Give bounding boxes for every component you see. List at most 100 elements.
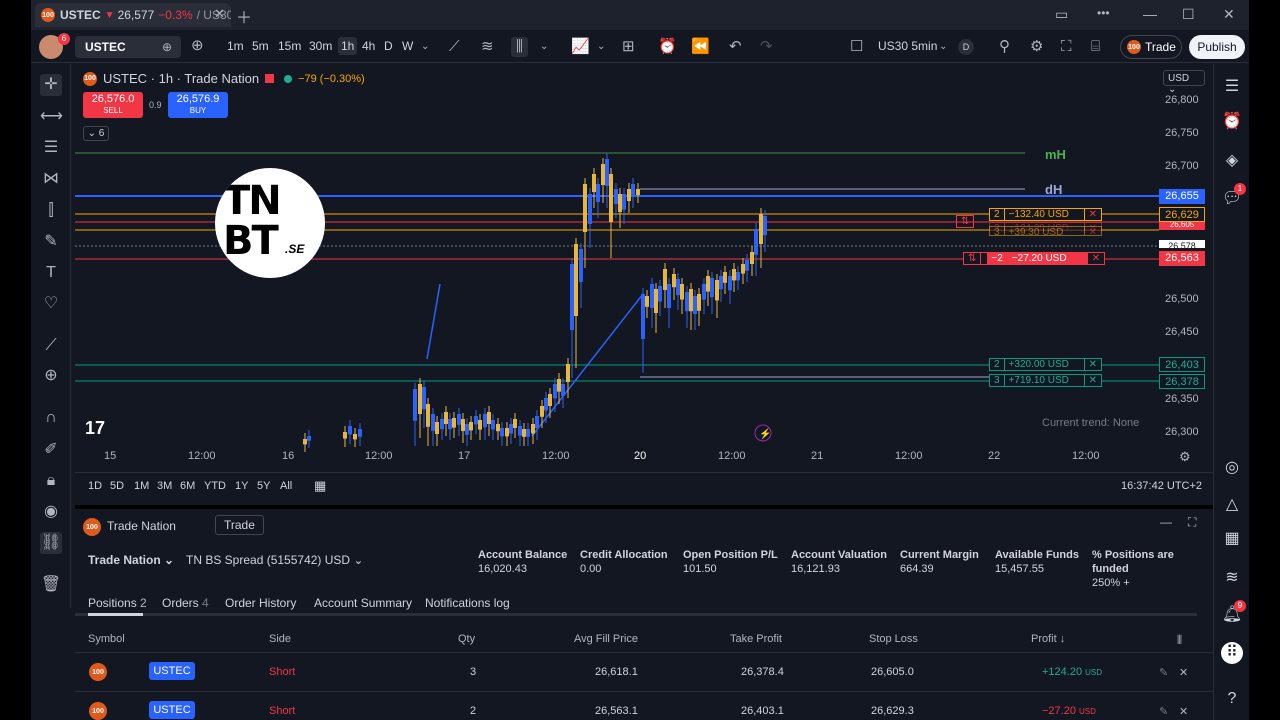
close-icon[interactable]: ✕ xyxy=(1085,227,1101,235)
pattern-icon[interactable]: ⋈ xyxy=(40,168,62,190)
interval-5m[interactable]: 5m xyxy=(252,39,269,53)
fib-icon[interactable]: ☰ xyxy=(40,137,62,159)
undo-icon[interactable]: ↶ xyxy=(729,39,742,55)
tab-notifications-log[interactable]: Notifications log xyxy=(425,596,510,610)
order-line-hidden-2[interactable]: 3 +39.30 USD ✕ xyxy=(989,226,1102,236)
currency-selector[interactable]: USD ⌄ xyxy=(1163,70,1205,95)
tp-cell[interactable]: 26,403.1 xyxy=(741,705,784,717)
buy-button[interactable]: 26,576.9 BUY xyxy=(168,92,228,118)
layout-icon[interactable]: ▭ xyxy=(1055,6,1068,23)
redo-icon[interactable]: ↷ xyxy=(760,39,773,55)
order-line-tp1[interactable]: 3 +719.10 USD ✕ xyxy=(989,374,1102,387)
brush-icon[interactable]: ✎ xyxy=(40,231,62,253)
order-line-tp2[interactable]: 2 +320.00 USD ✕ xyxy=(989,358,1102,371)
crosshair-icon[interactable]: ✛ xyxy=(40,74,62,96)
clock[interactable]: 16:37:42 UTC+2 xyxy=(1121,480,1202,492)
edit-icon[interactable]: ✎ xyxy=(1159,705,1168,718)
interval-15m[interactable]: 15m xyxy=(278,39,301,53)
close-icon[interactable]: ✕ xyxy=(1088,253,1104,264)
replay-icon[interactable]: ⏪ xyxy=(691,39,710,55)
minimize-panel-icon[interactable]: — xyxy=(1160,515,1172,529)
tab-order-history[interactable]: Order History xyxy=(225,596,296,610)
col-stop-loss[interactable]: Stop Loss xyxy=(869,633,918,645)
minimize-icon[interactable]: — xyxy=(1143,6,1157,22)
heart-icon[interactable]: ♡ xyxy=(40,293,62,315)
col-qty[interactable]: Qty xyxy=(458,633,475,645)
edit-icon[interactable]: ✎ xyxy=(1159,666,1168,679)
range-5d[interactable]: 5D xyxy=(110,480,124,492)
alert-icon[interactable]: ⏰ xyxy=(658,39,677,55)
publish-button[interactable]: Publish xyxy=(1189,35,1245,59)
ticker-badge[interactable]: D xyxy=(958,39,974,55)
col-profit[interactable]: Profit ↓ xyxy=(1031,633,1065,645)
broker-trade-button[interactable]: Trade xyxy=(215,515,264,535)
table-row[interactable]: 100 USTEC Short 3 26,618.1 26,378.4 26,6… xyxy=(75,652,1213,690)
close-position-icon[interactable]: ✕ xyxy=(1179,705,1188,718)
col-side[interactable]: Side xyxy=(269,633,291,645)
tp-cell[interactable]: 26,378.4 xyxy=(741,666,784,678)
order-line-pos2[interactable]: ⇅ −2 −27.20 USD ✕ xyxy=(963,252,1106,265)
zoom-icon[interactable]: ⊕ xyxy=(40,365,62,387)
range-all[interactable]: All xyxy=(280,480,292,492)
tradingview-logo[interactable]: 17 xyxy=(85,418,105,439)
chevron-down-icon[interactable]: ⌄ xyxy=(540,39,548,55)
link-icon[interactable]: ⛓ xyxy=(40,532,62,554)
trend-line-icon[interactable]: ⟷ xyxy=(40,106,63,128)
gear-icon[interactable]: ⚙ xyxy=(1030,39,1043,55)
range-5y[interactable]: 5Y xyxy=(257,480,270,492)
tab-positions[interactable]: Positions 2 xyxy=(88,596,147,610)
close-window-icon[interactable]: ✕ xyxy=(1223,6,1235,23)
feed-icon[interactable]: ≋ xyxy=(1221,567,1243,589)
range-6m[interactable]: 6M xyxy=(180,480,195,492)
range-1y[interactable]: 1Y xyxy=(235,480,248,492)
interval-30m[interactable]: 30m xyxy=(309,39,332,53)
flag-icon[interactable] xyxy=(265,74,275,83)
text-icon[interactable]: T xyxy=(40,262,62,284)
indicators-icon[interactable]: ≋ xyxy=(481,39,494,55)
account-broker-dropdown[interactable]: Trade Nation ⌄ xyxy=(88,553,174,567)
col-take-profit[interactable]: Take Profit xyxy=(730,633,782,645)
close-icon[interactable]: ✕ xyxy=(1085,209,1101,220)
candles-icon[interactable]: ⫼ xyxy=(511,37,528,57)
layers-icon[interactable]: ◈ xyxy=(1221,150,1243,172)
order-line-sl1[interactable]: 2 −132.40 USD ✕ xyxy=(989,208,1102,221)
col-symbol[interactable]: Symbol xyxy=(88,633,125,645)
range-1d[interactable]: 1D xyxy=(88,480,102,492)
trade-button[interactable]: 100 Trade xyxy=(1120,35,1182,59)
interval-d[interactable]: D xyxy=(384,39,393,53)
table-row[interactable]: 100 USTEC Short 2 26,563.1 26,403.1 26,6… xyxy=(75,691,1213,720)
checkbox-icon[interactable]: ☐ xyxy=(850,39,863,55)
help-icon[interactable]: ? xyxy=(1221,688,1243,710)
ruler-icon[interactable]: ⟋ xyxy=(40,335,62,357)
tab-orders[interactable]: Orders 4 xyxy=(162,596,209,610)
calendar-icon[interactable]: ▦ xyxy=(314,478,326,494)
watchlist-icon[interactable]: ⊕ xyxy=(162,39,172,55)
target-icon[interactable]: ◎ xyxy=(1221,457,1243,479)
maximize-icon[interactable]: ☐ xyxy=(1182,6,1195,23)
legend-title[interactable]: USTEC · 1h · Trade Nation xyxy=(103,71,259,86)
new-tab-icon[interactable]: ＋ xyxy=(236,4,252,28)
forecast-icon[interactable]: ⫿ xyxy=(40,200,62,222)
close-tab-icon[interactable]: ✕ xyxy=(214,6,225,22)
browser-tab[interactable]: 100 USTEC ▼ 26,577 −0.3% / US30 xyxy=(35,3,231,27)
chart-type-icon[interactable]: 📈 xyxy=(571,39,590,55)
sl-cell[interactable]: 26,605.0 xyxy=(871,666,914,678)
symbol-badge[interactable]: USTEC xyxy=(149,701,195,719)
eye-icon[interactable]: ◉ xyxy=(40,501,62,523)
templates-icon[interactable]: ⊞ xyxy=(622,39,635,55)
chevron-down-icon[interactable]: ⌄ xyxy=(421,39,429,55)
position-icon-1[interactable]: ⇅ xyxy=(956,215,975,228)
account-dropdown[interactable]: TN BS Spread (5155742) USD ⌄ xyxy=(186,553,363,567)
close-icon[interactable]: ✕ xyxy=(1085,375,1101,386)
pencil-lock-icon[interactable]: ✐ xyxy=(40,439,62,461)
close-icon[interactable]: ✕ xyxy=(1085,359,1101,370)
camera-icon[interactable]: ⌸ xyxy=(1091,39,1100,55)
chevron-down-icon[interactable]: ⌄ xyxy=(597,39,605,55)
columns-settings-icon[interactable]: ⫴ xyxy=(1177,633,1182,648)
maximize-panel-icon[interactable]: ⛶ xyxy=(1188,515,1196,530)
range-1m[interactable]: 1M xyxy=(134,480,149,492)
line-chart-icon[interactable]: ⟋ xyxy=(449,39,460,55)
apps-grid-icon[interactable]: ⠿ xyxy=(1221,642,1243,664)
col-avg-fill[interactable]: Avg Fill Price xyxy=(574,633,638,645)
compare-add-icon[interactable]: ⊕ xyxy=(191,38,204,54)
